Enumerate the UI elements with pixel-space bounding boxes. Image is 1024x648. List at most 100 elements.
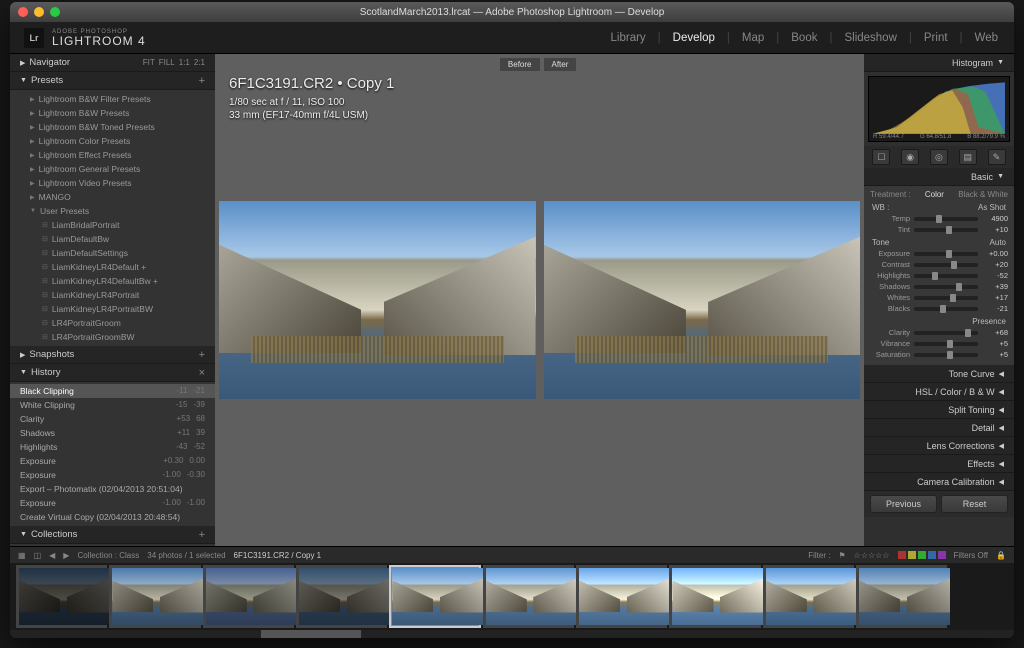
history-item[interactable]: Create Virtual Copy (02/04/2013 20:48:54… xyxy=(10,510,215,524)
filmstrip-thumbnail[interactable] xyxy=(856,565,947,628)
history-item[interactable]: Exposure-1.00-1.00 xyxy=(10,496,215,510)
slider-value[interactable]: +5 xyxy=(982,339,1008,348)
slider-value[interactable]: +68 xyxy=(982,328,1008,337)
history-item[interactable]: Highlights-43-52 xyxy=(10,440,215,454)
preset-folder[interactable]: ▶Lightroom B&W Filter Presets xyxy=(10,92,215,106)
preset-folder-user[interactable]: ▼User Presets xyxy=(10,204,215,218)
slider-tint[interactable] xyxy=(914,228,978,232)
zoom-icon[interactable] xyxy=(50,7,60,17)
filmstrip-thumbnail[interactable] xyxy=(669,565,760,628)
panel-split-toning[interactable]: Split Toning◀ xyxy=(864,401,1014,419)
panel-lens-corrections[interactable]: Lens Corrections◀ xyxy=(864,437,1014,455)
treatment-bw[interactable]: Black & White xyxy=(958,190,1008,199)
module-map[interactable]: Map xyxy=(740,32,766,44)
next-photo-icon[interactable]: ▶ xyxy=(63,551,69,560)
snapshots-header[interactable]: ▶Snapshots + xyxy=(10,346,215,364)
module-library[interactable]: Library xyxy=(609,32,648,44)
color-label-filters[interactable] xyxy=(898,551,946,559)
clear-history-icon[interactable]: × xyxy=(199,367,205,379)
panel-camera-calibration[interactable]: Camera Calibration◀ xyxy=(864,473,1014,491)
preset-item[interactable]: LiamDefaultBw xyxy=(10,232,215,246)
slider-blacks[interactable] xyxy=(914,307,978,311)
slider-shadows[interactable] xyxy=(914,285,978,289)
redeye-tool-icon[interactable]: ◎ xyxy=(930,149,948,165)
filmstrip-current[interactable]: 6F1C3191.CR2 / Copy 1 xyxy=(234,551,322,560)
filmstrip-thumbnail[interactable] xyxy=(296,565,387,628)
minimize-icon[interactable] xyxy=(34,7,44,17)
filter-stars[interactable]: ☆☆☆☆☆ xyxy=(854,551,890,560)
slider-contrast[interactable] xyxy=(914,263,978,267)
crop-tool-icon[interactable]: ☐ xyxy=(872,149,890,165)
history-item[interactable]: Export – Photomatix (02/04/2013 20:51:04… xyxy=(10,482,215,496)
navigator-header[interactable]: ▶Navigator FIT FILL 1:1 2:1 xyxy=(10,54,215,72)
add-snapshot-icon[interactable]: + xyxy=(199,349,205,361)
slider-value[interactable]: +17 xyxy=(982,293,1008,302)
histogram[interactable]: R 59.4/44.7 G 64.8/51.8 B 88.2/79.9 % xyxy=(868,76,1010,142)
preset-folder[interactable]: ▶Lightroom Effect Presets xyxy=(10,148,215,162)
add-collection-icon[interactable]: + xyxy=(199,529,205,541)
slider-saturation[interactable] xyxy=(914,353,978,357)
panel-detail[interactable]: Detail◀ xyxy=(864,419,1014,437)
history-item[interactable]: Shadows+1139 xyxy=(10,426,215,440)
collections-header[interactable]: ▼Collections + xyxy=(10,526,215,544)
slider-value[interactable]: 4900 xyxy=(982,214,1008,223)
preset-item[interactable]: LiamKidneyLR4DefaultBw + xyxy=(10,274,215,288)
filter-lock-icon[interactable]: 🔒 xyxy=(996,551,1006,560)
history-item[interactable]: Black Clipping-11-21 xyxy=(10,384,215,398)
filmstrip-thumbnail[interactable] xyxy=(203,565,294,628)
module-print[interactable]: Print xyxy=(922,32,950,44)
filter-flag-icon[interactable]: ⚑ xyxy=(838,551,845,560)
preset-item[interactable]: LiamKidneyLR4PortraitBW xyxy=(10,302,215,316)
module-web[interactable]: Web xyxy=(973,32,1000,44)
history-header[interactable]: ▼History × xyxy=(10,364,215,382)
preset-folder[interactable]: ▶MANGO xyxy=(10,190,215,204)
nav-fit[interactable]: FIT xyxy=(143,58,155,67)
reset-button[interactable]: Reset xyxy=(941,495,1008,513)
wb-value[interactable]: As Shot xyxy=(978,203,1006,212)
slider-vibrance[interactable] xyxy=(914,342,978,346)
treatment-color[interactable]: Color xyxy=(925,190,944,199)
panel-tone-curve[interactable]: Tone Curve◀ xyxy=(864,365,1014,383)
gradient-tool-icon[interactable]: ▤ xyxy=(959,149,977,165)
history-item[interactable]: Exposure+0.300.00 xyxy=(10,454,215,468)
history-item[interactable]: Exposure-1.00-0.30 xyxy=(10,468,215,482)
filmstrip-collection[interactable]: Collection : Class xyxy=(77,551,139,560)
slider-highlights[interactable] xyxy=(914,274,978,278)
preset-item[interactable]: LiamKidneyLR4Default + xyxy=(10,260,215,274)
history-item[interactable]: White Clipping-15-39 xyxy=(10,398,215,412)
previous-button[interactable]: Previous xyxy=(870,495,937,513)
close-icon[interactable] xyxy=(18,7,28,17)
slider-value[interactable]: +0.00 xyxy=(982,249,1008,258)
filmstrip-thumbnail[interactable] xyxy=(763,565,854,628)
preset-folder[interactable]: ▶Lightroom B&W Presets xyxy=(10,106,215,120)
slider-value[interactable]: +10 xyxy=(982,225,1008,234)
basic-header[interactable]: Basic▼ xyxy=(864,168,1014,186)
slider-value[interactable]: -21 xyxy=(982,304,1008,313)
preset-folder[interactable]: ▶Lightroom Color Presets xyxy=(10,134,215,148)
module-develop[interactable]: Develop xyxy=(671,32,717,44)
slider-clarity[interactable] xyxy=(914,331,978,335)
preset-folder[interactable]: ▶Lightroom General Presets xyxy=(10,162,215,176)
filmstrip-thumbnail[interactable] xyxy=(109,565,200,628)
nav-1-1[interactable]: 1:1 xyxy=(179,58,190,67)
slider-value[interactable]: -52 xyxy=(982,271,1008,280)
after-pane[interactable] xyxy=(540,54,865,546)
add-preset-icon[interactable]: + xyxy=(199,75,205,87)
presets-header[interactable]: ▼Presets + xyxy=(10,72,215,90)
panel-hsl-color-b-w[interactable]: HSL / Color / B & W◀ xyxy=(864,383,1014,401)
filmstrip-thumbnail[interactable] xyxy=(483,565,574,628)
filmstrip-scrollbar[interactable] xyxy=(10,630,1014,638)
history-item[interactable]: Clarity+5368 xyxy=(10,412,215,426)
slider-temp[interactable] xyxy=(914,217,978,221)
filmstrip-thumbnail[interactable] xyxy=(16,565,107,628)
grid-view-icon[interactable]: ▦ xyxy=(18,551,26,560)
preset-folder[interactable]: ▶Lightroom Video Presets xyxy=(10,176,215,190)
slider-whites[interactable] xyxy=(914,296,978,300)
preset-folder[interactable]: ▶Lightroom B&W Toned Presets xyxy=(10,120,215,134)
before-pane[interactable] xyxy=(215,54,540,546)
slider-value[interactable]: +39 xyxy=(982,282,1008,291)
histogram-header[interactable]: Histogram▼ xyxy=(864,54,1014,72)
slider-exposure[interactable] xyxy=(914,252,978,256)
filmstrip-thumbnail[interactable] xyxy=(576,565,667,628)
slider-value[interactable]: +5 xyxy=(982,350,1008,359)
